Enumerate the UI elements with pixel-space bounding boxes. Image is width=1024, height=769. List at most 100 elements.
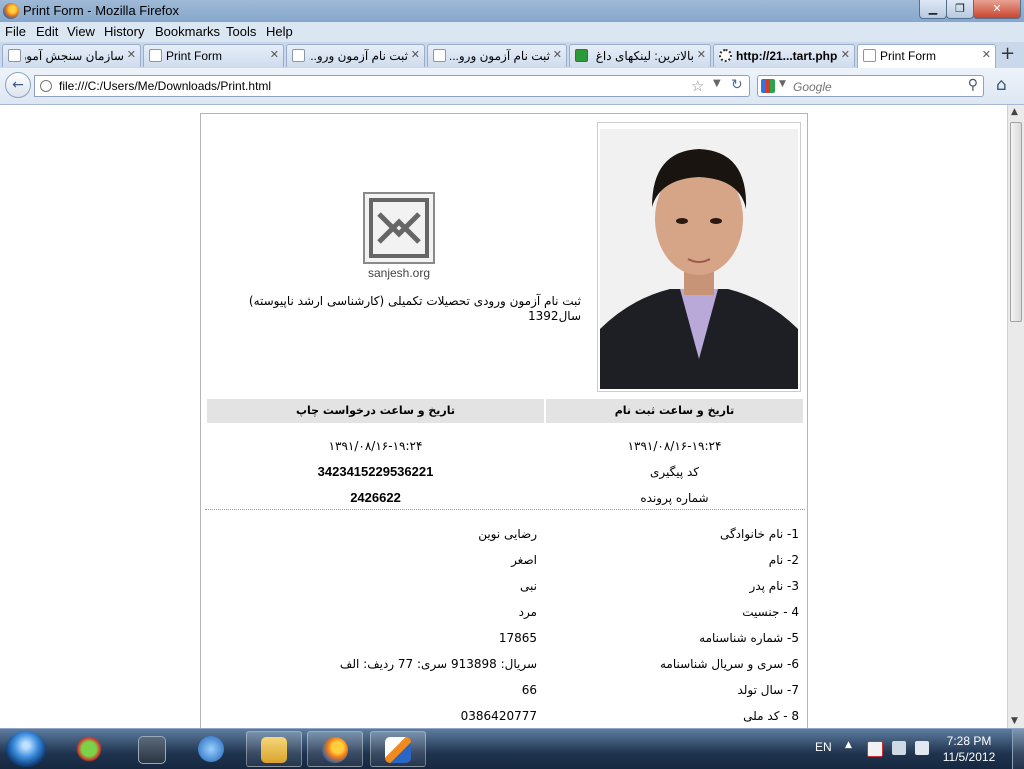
navigation-bar: ← file:///C:/Users/Me/Downloads/Print.ht… <box>0 68 1024 105</box>
search-input[interactable] <box>791 78 955 96</box>
firefox-icon <box>322 737 348 763</box>
row-label: 6- سری و سریال شناسنامه <box>659 657 799 671</box>
tab-registration-1[interactable]: ثبت نام آزمون ورو... ✕ <box>286 44 425 67</box>
tab-label: ثبت نام آزمون ورو... <box>450 49 550 63</box>
vertical-scrollbar[interactable]: ▲ ▼ <box>1007 105 1024 728</box>
sanjesh-logo <box>363 192 435 264</box>
page-content: sanjesh.org ثبت نام آزمون ورودی تحصیلات … <box>0 105 1007 728</box>
row-label: 8 - کد ملی <box>743 709 799 723</box>
window-title: Print Form - Mozilla Firefox <box>23 3 180 18</box>
scroll-up-icon[interactable]: ▲ <box>1011 107 1018 117</box>
bookmark-star-icon[interactable]: ☆ <box>691 77 704 95</box>
page-favicon-icon <box>433 49 446 62</box>
new-tab-button[interactable]: + <box>1000 45 1015 63</box>
row-value: 0386420777 <box>460 709 537 723</box>
folder-icon <box>261 737 287 763</box>
registration-datetime: ۱۳۹۱/۰۸/۱۶-۱۹:۲۴ <box>627 439 722 453</box>
row-value: سریال: 913898 سری: 77 ردیف: الف <box>339 657 537 671</box>
tab-bar: سازمان سنجش آموز... ✕ Print Form ✕ ثبت ن… <box>0 42 1024 69</box>
language-indicator[interactable]: EN <box>815 740 832 754</box>
menu-tools[interactable]: Tools <box>226 24 256 39</box>
tab-close-icon[interactable]: ✕ <box>127 48 136 61</box>
show-hidden-icons[interactable]: ▲ <box>845 740 852 750</box>
clock-time[interactable]: 7:28 PM <box>937 734 1001 748</box>
tab-close-icon[interactable]: ✕ <box>411 48 420 61</box>
row-value: 66 <box>521 683 537 697</box>
row-value: رضایی نوین <box>478 527 537 541</box>
volume-icon[interactable] <box>915 741 929 755</box>
tab-start-php[interactable]: http://21...tart.php ✕ <box>713 44 855 67</box>
page-favicon-icon <box>863 49 876 62</box>
tracking-code-label: کد پیگیری <box>649 465 700 479</box>
tab-close-icon[interactable]: ✕ <box>553 48 562 61</box>
tab-print-form-active[interactable]: Print Form ✕ <box>857 44 996 69</box>
taskbar-editor-app[interactable] <box>370 731 426 767</box>
applicant-photo <box>600 129 798 389</box>
home-icon[interactable]: ⌂ <box>996 75 1007 95</box>
menu-view[interactable]: View <box>67 24 95 39</box>
tab-close-icon[interactable]: ✕ <box>697 48 706 61</box>
url-bar[interactable]: file:///C:/Users/Me/Downloads/Print.html… <box>34 75 750 97</box>
tab-label: سازمان سنجش آموز... <box>25 49 124 63</box>
row-label: 7- سال تولد <box>737 683 799 697</box>
tab-sanjesh[interactable]: سازمان سنجش آموز... ✕ <box>2 44 141 67</box>
taskbar-messenger-app[interactable] <box>62 731 118 767</box>
file-number-label: شماره پرونده <box>640 491 709 505</box>
row-label: 3- نام پدر <box>749 579 799 593</box>
search-bar[interactable]: ▼ ⚲ <box>757 75 984 97</box>
tab-close-icon[interactable]: ✕ <box>841 48 850 61</box>
tab-balatarin[interactable]: بالاترین: لینکهای داغ ✕ <box>569 44 711 67</box>
section-divider <box>205 509 805 510</box>
tab-close-icon[interactable]: ✕ <box>270 48 279 61</box>
minimize-button[interactable]: ▁ <box>919 0 947 19</box>
tracking-code-value: 3423415229536221 <box>317 464 434 479</box>
scroll-down-icon[interactable]: ▼ <box>1011 716 1018 726</box>
tab-close-icon[interactable]: ✕ <box>982 48 991 61</box>
google-icon[interactable] <box>761 79 775 93</box>
taskbar-kmplayer-app[interactable] <box>124 731 180 767</box>
history-dropdown-icon[interactable]: ▼ <box>713 78 721 89</box>
menu-edit[interactable]: Edit <box>36 24 58 39</box>
network-icon[interactable] <box>892 741 906 755</box>
page-favicon-icon <box>292 49 305 62</box>
back-button[interactable]: ← <box>5 72 31 98</box>
tab-label: Print Form <box>166 49 223 63</box>
taskbar-firefox-app[interactable] <box>307 731 363 767</box>
menu-bookmarks[interactable]: Bookmarks <box>155 24 220 39</box>
show-desktop-button[interactable] <box>1012 729 1024 769</box>
row-value: اصغر <box>511 553 537 567</box>
menu-bar: File Edit View History Bookmarks Tools H… <box>0 22 1024 42</box>
taskbar-explorer-app[interactable] <box>246 731 302 767</box>
parrot-icon <box>76 736 102 762</box>
tab-label: ثبت نام آزمون ورو... <box>309 49 408 63</box>
clock-date[interactable]: 11/5/2012 <box>937 750 1001 764</box>
balatarin-icon <box>575 49 588 62</box>
print-form: sanjesh.org ثبت نام آزمون ورودی تحصیلات … <box>200 113 808 728</box>
tab-label: Print Form <box>880 49 937 63</box>
url-text[interactable]: file:///C:/Users/Me/Downloads/Print.html <box>59 79 271 93</box>
page-icon <box>40 80 52 92</box>
print-datetime: ۱۳۹۱/۰۸/۱۶-۱۹:۲۴ <box>328 439 423 453</box>
row-value: نبی <box>520 579 537 593</box>
page-favicon-icon <box>8 49 21 62</box>
scroll-thumb[interactable] <box>1010 122 1022 322</box>
loading-gear-icon <box>719 49 732 62</box>
tab-print-form-1[interactable]: Print Form ✕ <box>143 44 284 67</box>
tab-registration-2[interactable]: ثبت نام آزمون ورو... ✕ <box>427 44 567 67</box>
print-request-datetime-header: تاریخ و ساعت درخواست چاپ <box>207 399 544 423</box>
menu-file[interactable]: File <box>5 24 26 39</box>
menu-help[interactable]: Help <box>266 24 293 39</box>
row-label: 4 - جنسیت <box>742 605 799 619</box>
row-label: 2- نام <box>768 553 799 567</box>
reload-icon[interactable]: ↻ <box>731 77 743 93</box>
start-button[interactable] <box>6 731 46 767</box>
menu-history[interactable]: History <box>104 24 144 39</box>
action-center-icon[interactable] <box>867 741 883 757</box>
tab-label: بالاترین: لینکهای داغ <box>595 49 694 63</box>
maximize-button[interactable]: ❐ <box>946 0 974 19</box>
close-window-button[interactable]: ✕ <box>973 0 1021 19</box>
taskbar-network-app[interactable] <box>184 731 240 767</box>
search-engine-dropdown-icon[interactable]: ▼ <box>779 79 786 89</box>
search-icon[interactable]: ⚲ <box>968 77 978 93</box>
tab-label: http://21...tart.php <box>736 49 838 63</box>
